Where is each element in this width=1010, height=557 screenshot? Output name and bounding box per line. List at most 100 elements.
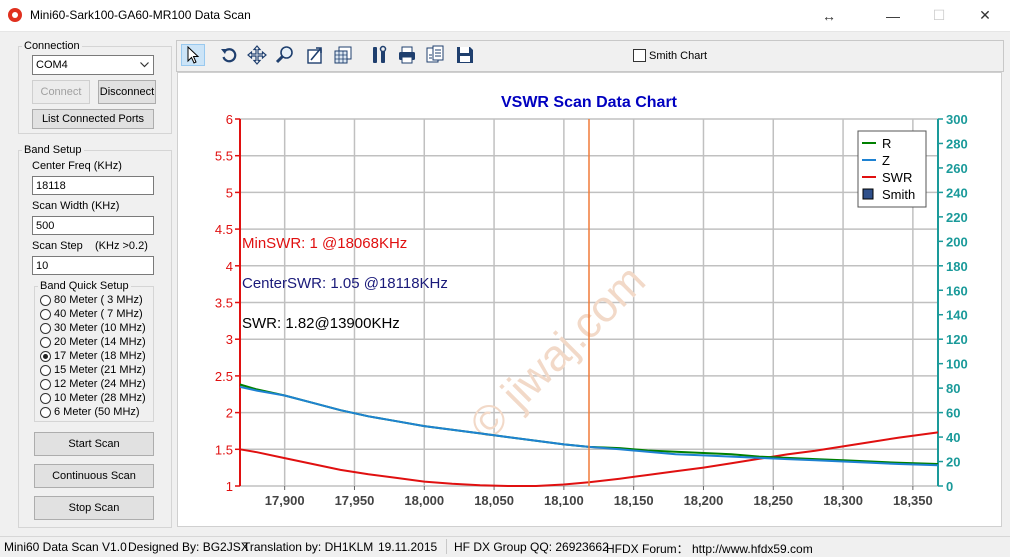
left-tick-label: 3 xyxy=(226,332,233,347)
chevron-down-icon xyxy=(140,62,149,68)
stop-scan-button[interactable]: Stop Scan xyxy=(34,496,154,520)
band-option-label: 10 Meter (28 MHz) xyxy=(54,392,146,404)
x-tick-label: 17,950 xyxy=(335,493,375,508)
disconnect-button[interactable]: Disconnect xyxy=(98,80,156,104)
minimize-button[interactable]: — xyxy=(870,0,916,31)
right-tick-label: 300 xyxy=(946,112,968,127)
smith-chart-checkbox[interactable] xyxy=(633,49,646,62)
band-option-label: 40 Meter ( 7 MHz) xyxy=(54,308,143,320)
center-freq-label: Center Freq (KHz) xyxy=(32,160,122,172)
right-tick-label: 100 xyxy=(946,357,968,372)
legend-label-z: Z xyxy=(882,153,890,168)
right-tick-label: 80 xyxy=(946,381,960,396)
status-designer: Designed By: BG2JSX xyxy=(128,540,249,554)
band-option-label: 20 Meter (14 MHz) xyxy=(54,336,146,348)
x-tick-label: 17,900 xyxy=(265,493,305,508)
band-radio[interactable] xyxy=(40,322,51,334)
band-radio[interactable] xyxy=(40,364,51,376)
band-radio-list: 80 Meter ( 3 MHz) 40 Meter ( 7 MHz) 30 Met… xyxy=(40,293,152,419)
list-ports-button[interactable]: List Connected Ports xyxy=(32,109,154,129)
copy-data-tool[interactable] xyxy=(423,44,447,66)
band-option[interactable]: 12 Meter (24 MHz) xyxy=(40,377,152,391)
grid-settings-icon xyxy=(334,46,352,64)
status-version: Mini60 Data Scan V1.0 xyxy=(4,540,127,554)
left-tick-label: 4 xyxy=(226,259,233,274)
right-tick-label: 140 xyxy=(946,308,968,323)
connect-button[interactable]: Connect xyxy=(32,80,90,104)
band-option[interactable]: 17 Meter (18 MHz) xyxy=(40,349,152,363)
left-tick-label: 1.5 xyxy=(215,442,233,457)
legend-label-r: R xyxy=(882,136,891,151)
band-option-label: 15 Meter (21 MHz) xyxy=(54,364,146,376)
band-option[interactable]: 15 Meter (21 MHz) xyxy=(40,363,152,377)
right-tick-label: 220 xyxy=(946,210,968,225)
band-radio[interactable] xyxy=(40,392,51,404)
continuous-scan-button[interactable]: Continuous Scan xyxy=(34,464,154,488)
right-tick-label: 60 xyxy=(946,406,960,421)
status-forum: HFDX Forum： http://www.hfdx59.com xyxy=(606,542,813,556)
band-option[interactable]: 30 Meter (10 MHz) xyxy=(40,321,152,335)
left-tick-label: 5 xyxy=(226,185,233,200)
band-radio[interactable] xyxy=(40,406,51,418)
right-tick-label: 0 xyxy=(946,479,953,494)
pan-icon xyxy=(247,45,267,65)
scan-step-input[interactable] xyxy=(32,256,154,275)
maximize-button[interactable]: ☐ xyxy=(916,0,962,31)
band-radio[interactable] xyxy=(40,308,51,320)
app-icon xyxy=(8,8,22,22)
left-tick-label: 2 xyxy=(226,406,233,421)
left-tick-label: 1 xyxy=(226,479,233,494)
status-group: HF DX Group QQ: 26923662 xyxy=(454,540,609,554)
band-option-label: 80 Meter ( 3 MHz) xyxy=(54,294,143,306)
undo-tool[interactable] xyxy=(217,44,241,66)
window-title: Mini60-Sark100-GA60-MR100 Data Scan xyxy=(30,8,251,22)
status-date: 19.11.2015 xyxy=(378,540,438,554)
center-freq-input[interactable] xyxy=(32,176,154,195)
pointer-tool[interactable] xyxy=(181,44,205,66)
right-tick-label: 280 xyxy=(946,136,968,151)
right-tick-label: 20 xyxy=(946,455,960,470)
left-tick-label: 2.5 xyxy=(215,369,233,384)
band-option[interactable]: 6 Meter (50 MHz) xyxy=(40,405,152,419)
export-image-tool[interactable] xyxy=(303,44,327,66)
zoom-tool[interactable] xyxy=(273,44,297,66)
save-icon xyxy=(457,47,473,63)
min-swr-annotation: MinSWR: 1 @18068KHz xyxy=(242,235,407,252)
band-option[interactable]: 40 Meter ( 7 MHz) xyxy=(40,307,152,321)
grid-settings-tool[interactable] xyxy=(331,44,355,66)
band-option-label: 30 Meter (10 MHz) xyxy=(54,322,146,334)
center-swr-annotation: CenterSWR: 1.05 @18118KHz xyxy=(242,275,448,292)
x-tick-label: 18,250 xyxy=(753,493,793,508)
band-radio[interactable] xyxy=(40,378,51,390)
band-option[interactable]: 10 Meter (28 MHz) xyxy=(40,391,152,405)
tools-tool[interactable] xyxy=(367,44,391,66)
vswr-chart[interactable]: VSWR Scan Data Chart© jiwaj.com11.522.53… xyxy=(178,73,1001,526)
copy-data-icon xyxy=(426,45,444,63)
save-tool[interactable] xyxy=(453,44,477,66)
left-tick-label: 3.5 xyxy=(215,296,233,311)
pan-tool[interactable] xyxy=(245,44,269,66)
left-tick-label: 4.5 xyxy=(215,222,233,237)
chart-title: VSWR Scan Data Chart xyxy=(501,94,678,111)
band-radio[interactable] xyxy=(40,350,51,362)
chart-panel[interactable]: VSWR Scan Data Chart © jiwaj.com 1 1.5 2 2.5 3… xyxy=(177,72,1002,527)
status-separator xyxy=(446,539,447,554)
scan-width-input[interactable] xyxy=(32,216,154,235)
band-option-label: 12 Meter (24 MHz) xyxy=(54,378,146,390)
smith-chart-toggle[interactable]: Smith Chart xyxy=(633,49,707,62)
band-option[interactable]: 20 Meter (14 MHz) xyxy=(40,335,152,349)
start-scan-button[interactable]: Start Scan xyxy=(34,432,154,456)
right-tick-label: 160 xyxy=(946,283,968,298)
x-tick-label: 18,350 xyxy=(893,493,933,508)
port-select[interactable]: COM4 xyxy=(32,55,154,75)
scan-width-label: Scan Width (KHz) xyxy=(32,200,120,212)
print-tool[interactable] xyxy=(395,44,419,66)
x-tick-label: 18,300 xyxy=(823,493,863,508)
close-button[interactable]: ✕ xyxy=(962,0,1008,31)
resize-icon[interactable]: ↔ xyxy=(806,0,852,31)
band-radio[interactable] xyxy=(40,294,51,306)
band-option[interactable]: 80 Meter ( 3 MHz) xyxy=(40,293,152,307)
band-radio[interactable] xyxy=(40,336,51,348)
right-tick-label: 120 xyxy=(946,332,968,347)
legend-label-smith: Smith xyxy=(882,187,915,202)
